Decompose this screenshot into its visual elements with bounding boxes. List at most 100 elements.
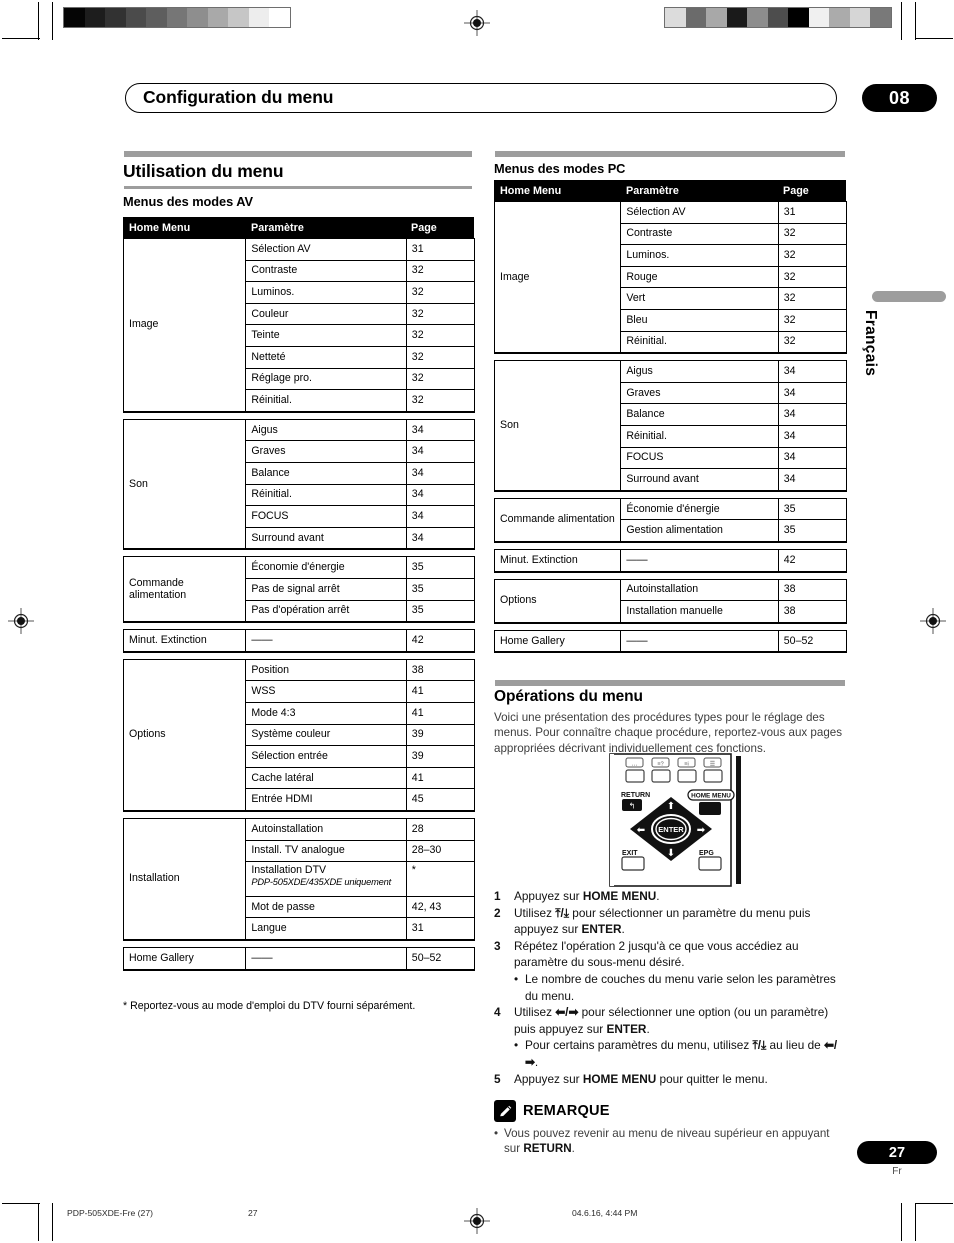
menu-page-cell: 35 (405, 599, 476, 623)
menu-param-cell: Réglage pro. (245, 367, 407, 391)
right-section-rule-top (495, 151, 845, 157)
crop-mark-top-left-inner (52, 2, 53, 40)
registration-mark-left (8, 608, 34, 634)
menu-param-cell: Sélection AV (620, 201, 779, 224)
menu-page-cell: 34 (405, 505, 476, 528)
pencil-note-icon (494, 1100, 516, 1122)
gray-scale-bar-left (63, 7, 291, 28)
menu-param-cell: Install. TV analogue (245, 839, 407, 863)
menu-param-cell: Position (245, 658, 407, 682)
menu-param-cell: Graves (620, 381, 779, 405)
gray-patch (665, 8, 686, 27)
table-row: Options Autoinstallation 38 (493, 578, 848, 623)
table-row: Son Aigus 34 (493, 360, 848, 491)
left-table-title: Menus des modes AV (123, 194, 253, 209)
menu-page-cell: 34 (777, 403, 848, 426)
gray-patch (64, 8, 85, 27)
svg-text:⬅: ⬅ (637, 825, 645, 836)
svg-text:≡?: ≡? (657, 762, 663, 768)
menu-page-cell: 32 (777, 265, 848, 289)
menu-param-cell: Gestion alimentation (620, 519, 779, 542)
menu-page-cell: 32 (777, 287, 848, 310)
step-text: Utilisez ⬅/➡ pour sélectionner une optio… (514, 1005, 829, 1036)
crop-mark-bottom-left-horizontal (2, 1203, 40, 1204)
gray-patch (269, 8, 291, 27)
bullet-dot: • (494, 1127, 499, 1140)
menu-param-cell: Contraste (620, 222, 779, 246)
crop-mark-bottom-left-vertical (38, 1203, 39, 1241)
menu-group-installation: Installation Autoinstallation 28 Install. T… (122, 818, 476, 941)
menu-param-cell: Autoinstallation (620, 578, 779, 602)
menu-category-cell: Home Gallery (122, 947, 247, 970)
left-section-rule-top (124, 151, 472, 157)
crop-mark-top-right-vertical (915, 2, 916, 40)
menu-category-cell: Son (122, 418, 247, 550)
gray-scale-bar-right (664, 7, 892, 28)
menu-param-cell: —— (620, 629, 779, 653)
table-row: Options Position 38 (122, 658, 476, 811)
menu-page-cell: 32 (777, 244, 848, 267)
svg-text:RETURN: RETURN (621, 792, 650, 799)
menu-page-cell: 34 (777, 446, 848, 470)
bullet-dot: • (514, 1038, 519, 1053)
svg-text:➡: ➡ (697, 825, 706, 836)
note-title: REMARQUE (523, 1103, 610, 1119)
menu-group-image: Image Sélection AV 31 Contraste 32 Luminos. 32… (122, 238, 476, 413)
menu-param-cell: Balance (620, 403, 779, 426)
menu-param-cell: Langue (245, 917, 407, 940)
gray-patch (105, 8, 126, 27)
menu-page-cell: 34 (405, 483, 476, 507)
menu-param-cell: Autoinstallation (245, 818, 407, 841)
svg-text:↰: ↰ (629, 802, 636, 811)
step-number: 4 (494, 1005, 501, 1020)
menu-page-cell: 32 (405, 367, 476, 391)
menu-page-cell: 34 (777, 424, 848, 448)
menu-page-cell: 34 (777, 381, 848, 405)
menu-param-cell: Réinitial. (620, 330, 779, 354)
menu-param-cell: Balance (245, 461, 407, 485)
menu-param-cell: Réinitial. (620, 424, 779, 448)
menu-page-cell: * (405, 861, 476, 897)
svg-text:…: … (631, 761, 638, 768)
menu-category-cell: Options (493, 578, 622, 623)
menu-param-cell: Économie d'énergie (245, 556, 407, 579)
menu-param-cell: Netteté (245, 345, 407, 369)
left-footnote: * Reportez-vous au mode d'emploi du DTV … (123, 1000, 416, 1012)
operations-title: Opérations du menu (494, 688, 643, 705)
menu-category-cell: Image (493, 200, 622, 354)
menu-group-options: Options Autoinstallation 38 Installation ma… (493, 578, 848, 624)
menu-page-cell: 32 (405, 259, 476, 283)
menu-page-cell: 39 (405, 723, 476, 747)
gray-patch (166, 8, 188, 27)
menu-page-cell: 34 (405, 461, 476, 485)
menu-param-cell: Couleur (245, 302, 407, 326)
step-number: 5 (494, 1071, 501, 1086)
menu-page-cell: 50–52 (777, 629, 848, 653)
menu-page-cell: 45 (405, 788, 476, 811)
menu-param-cell: Installation DTV PDP-505XDE/435XDE unique… (245, 861, 407, 897)
crop-mark-bottom-right-vertical (915, 1203, 916, 1241)
menu-page-cell: 35 (405, 556, 476, 579)
menu-page-cell: 35 (777, 519, 848, 542)
svg-text:⬆: ⬆ (667, 801, 675, 812)
menu-page-cell: 28–30 (405, 839, 476, 863)
menu-page-cell: 32 (405, 345, 476, 369)
table-row: Commande alimentation Économie d'énergie 3… (493, 497, 848, 542)
menu-param-cell: Installation manuelle (620, 600, 779, 623)
menu-category-cell: Minut. Extinction (493, 549, 622, 572)
menu-category-cell: Son (493, 360, 622, 491)
menu-param-cell: Bleu (620, 308, 779, 332)
gray-patch (808, 8, 830, 27)
language-tab-bar (872, 291, 946, 302)
menu-page-cell: 32 (405, 302, 476, 326)
language-tab-label: Français (862, 310, 879, 377)
remote-control-illustration: … ≡? ≡i ☰ RETURN ↰ HOME MENU ⬆ ⬇ ⬅ ➡ ENT… (600, 752, 750, 888)
note-body: • Vous pouvez revenir au menu de niveau s… (494, 1126, 846, 1157)
menu-param-cell: Réinitial. (245, 389, 407, 412)
menu-param-cell: FOCUS (245, 505, 407, 528)
gray-patch (829, 8, 850, 27)
page-language-code: Fr (892, 1166, 902, 1177)
column-header: Home Menu (494, 180, 621, 202)
menu-group-minut-extinction: Minut. Extinction —— 42 (493, 549, 848, 573)
menu-param-cell: Surround avant (620, 468, 779, 491)
